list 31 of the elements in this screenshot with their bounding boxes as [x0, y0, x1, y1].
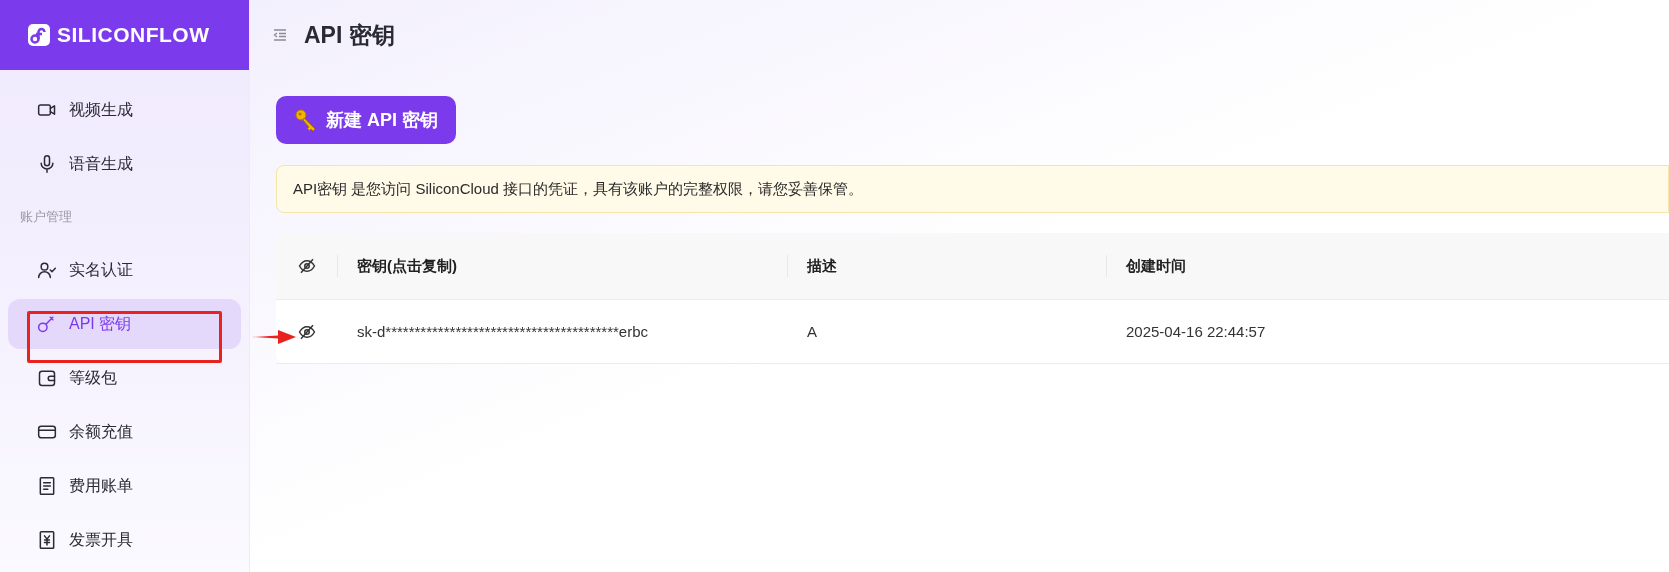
credit-card-icon [37, 422, 57, 442]
logo-icon [27, 23, 51, 47]
key-icon [37, 314, 57, 334]
sidebar-item[interactable]: 语音生成 [8, 139, 241, 189]
page-title: API 密钥 [304, 20, 395, 50]
yen-document-icon [37, 530, 57, 550]
column-header: 描述 [807, 255, 837, 276]
column-header: 密钥(点击复制) [357, 255, 457, 276]
api-key-text[interactable]: sk-d****************************************erbc [357, 322, 648, 340]
sidebar-item[interactable]: 等级包 [8, 353, 241, 403]
section-heading: 账户管理 [19, 208, 73, 227]
microphone-icon [37, 154, 57, 174]
column-header: 创建时间 [1126, 255, 1186, 276]
sidebar-item[interactable]: 余额充值 [8, 407, 241, 457]
table-cell: 2025-04-16 22:44:57 [1126, 322, 1266, 340]
collapse-menu-icon[interactable] [272, 27, 288, 43]
table-cell: A [807, 322, 817, 340]
info-notice: API密钥 是您访问 SiliconCloud 接口的凭证，具有该账户的完整权限，请您妥善保管。 [276, 165, 1669, 213]
receipt-icon [37, 476, 57, 496]
sidebar-item[interactable]: API 密钥 [8, 299, 241, 349]
user-check-icon [37, 260, 57, 280]
wallet-icon [37, 368, 57, 388]
key-icon [294, 108, 318, 132]
brand-name: SILICONFLOW [57, 22, 210, 49]
sidebar-item[interactable]: 费用账单 [8, 461, 241, 511]
sidebar-item[interactable]: 视频生成 [8, 85, 241, 135]
sidebar-item[interactable]: 发票开具 [8, 515, 241, 565]
hidden-eye-icon[interactable] [298, 322, 316, 341]
new-api-key-button[interactable]: 新建 API 密钥 [276, 96, 456, 144]
hidden-eye-icon[interactable] [297, 257, 316, 275]
sidebar-item[interactable]: 实名认证 [8, 245, 241, 295]
